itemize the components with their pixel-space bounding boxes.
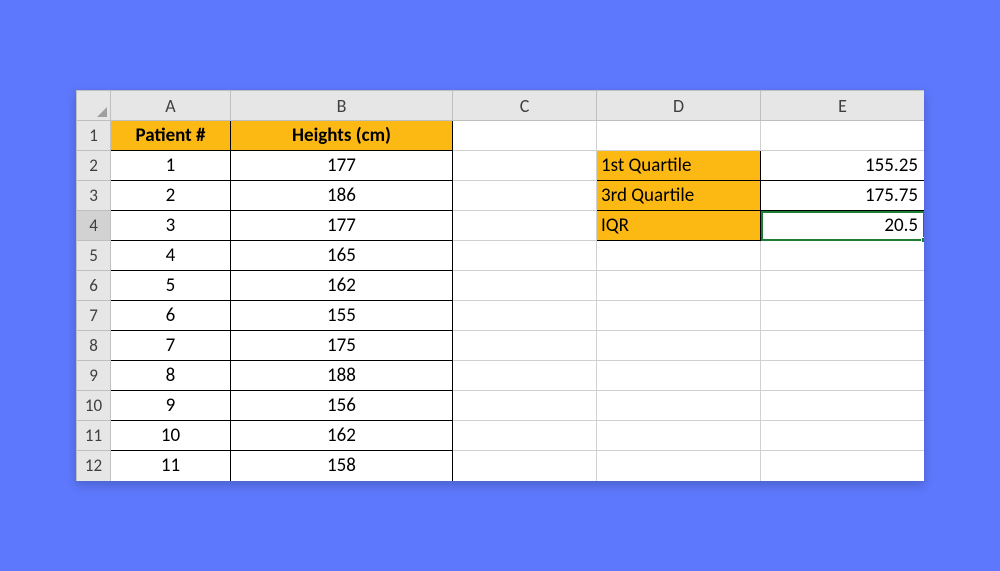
cell-B1[interactable]: Heights (cm): [231, 121, 453, 151]
cell-B10[interactable]: 156: [231, 391, 453, 421]
cell-B4[interactable]: 177: [231, 211, 453, 241]
row-header-8[interactable]: 8: [77, 331, 111, 361]
cell-D1[interactable]: [597, 121, 761, 151]
cell-E12[interactable]: [761, 451, 925, 482]
cell-A5[interactable]: 4: [111, 241, 231, 271]
cell-C6[interactable]: [453, 271, 597, 301]
cell-B12[interactable]: 158: [231, 451, 453, 482]
row-header-5[interactable]: 5: [77, 241, 111, 271]
row-header-11[interactable]: 11: [77, 421, 111, 451]
cell-E4-value: 20.5: [884, 214, 918, 237]
row-header-7[interactable]: 7: [77, 301, 111, 331]
col-header-b[interactable]: B: [231, 91, 453, 121]
row-header-4[interactable]: 4: [77, 211, 111, 241]
select-all-icon: [97, 107, 107, 117]
cell-A11[interactable]: 10: [111, 421, 231, 451]
cell-B11[interactable]: 162: [231, 421, 453, 451]
cell-B6[interactable]: 162: [231, 271, 453, 301]
cell-A8[interactable]: 7: [111, 331, 231, 361]
cell-D11[interactable]: [597, 421, 761, 451]
cell-E1[interactable]: [761, 121, 925, 151]
row-header-6[interactable]: 6: [77, 271, 111, 301]
cell-D7[interactable]: [597, 301, 761, 331]
col-header-e[interactable]: E: [761, 91, 925, 121]
cell-A3[interactable]: 2: [111, 181, 231, 211]
cell-B7[interactable]: 155: [231, 301, 453, 331]
cell-B2[interactable]: 177: [231, 151, 453, 181]
cell-C12[interactable]: [453, 451, 597, 482]
cell-E5[interactable]: [761, 241, 925, 271]
cell-A9[interactable]: 8: [111, 361, 231, 391]
cell-C3[interactable]: [453, 181, 597, 211]
cell-E8[interactable]: [761, 331, 925, 361]
cell-E11[interactable]: [761, 421, 925, 451]
cell-E7[interactable]: [761, 301, 925, 331]
cell-D12[interactable]: [597, 451, 761, 482]
cell-D5[interactable]: [597, 241, 761, 271]
cell-C11[interactable]: [453, 421, 597, 451]
grid[interactable]: A B C D E 1 Patient # Heights (cm) 2 1 1…: [76, 90, 924, 481]
cell-A6[interactable]: 5: [111, 271, 231, 301]
fill-handle[interactable]: [921, 237, 924, 243]
cell-A12[interactable]: 11: [111, 451, 231, 482]
cell-C10[interactable]: [453, 391, 597, 421]
col-header-d[interactable]: D: [597, 91, 761, 121]
cell-C8[interactable]: [453, 331, 597, 361]
cell-E4[interactable]: 20.5: [761, 211, 925, 241]
col-header-a[interactable]: A: [111, 91, 231, 121]
cell-C9[interactable]: [453, 361, 597, 391]
cell-C2[interactable]: [453, 151, 597, 181]
cell-B5[interactable]: 165: [231, 241, 453, 271]
cell-A1[interactable]: Patient #: [111, 121, 231, 151]
cell-D8[interactable]: [597, 331, 761, 361]
row-header-12[interactable]: 12: [77, 451, 111, 482]
cell-A10[interactable]: 9: [111, 391, 231, 421]
cell-C4[interactable]: [453, 211, 597, 241]
cell-C1[interactable]: [453, 121, 597, 151]
cell-D2[interactable]: 1st Quartile: [597, 151, 761, 181]
cell-C7[interactable]: [453, 301, 597, 331]
cell-A4[interactable]: 3: [111, 211, 231, 241]
row-header-3[interactable]: 3: [77, 181, 111, 211]
cell-D9[interactable]: [597, 361, 761, 391]
row-header-9[interactable]: 9: [77, 361, 111, 391]
cell-E9[interactable]: [761, 361, 925, 391]
cell-D10[interactable]: [597, 391, 761, 421]
cell-E3[interactable]: 175.75: [761, 181, 925, 211]
select-all-corner[interactable]: [77, 91, 111, 121]
cell-C5[interactable]: [453, 241, 597, 271]
spreadsheet[interactable]: A B C D E 1 Patient # Heights (cm) 2 1 1…: [76, 90, 924, 481]
cell-D6[interactable]: [597, 271, 761, 301]
cell-E2[interactable]: 155.25: [761, 151, 925, 181]
cell-A2[interactable]: 1: [111, 151, 231, 181]
cell-E6[interactable]: [761, 271, 925, 301]
cell-D3[interactable]: 3rd Quartile: [597, 181, 761, 211]
row-header-2[interactable]: 2: [77, 151, 111, 181]
col-header-c[interactable]: C: [453, 91, 597, 121]
row-header-1[interactable]: 1: [77, 121, 111, 151]
cell-E10[interactable]: [761, 391, 925, 421]
cell-A7[interactable]: 6: [111, 301, 231, 331]
cell-B8[interactable]: 175: [231, 331, 453, 361]
row-header-10[interactable]: 10: [77, 391, 111, 421]
cell-B9[interactable]: 188: [231, 361, 453, 391]
cell-D4[interactable]: IQR: [597, 211, 761, 241]
cell-B3[interactable]: 186: [231, 181, 453, 211]
